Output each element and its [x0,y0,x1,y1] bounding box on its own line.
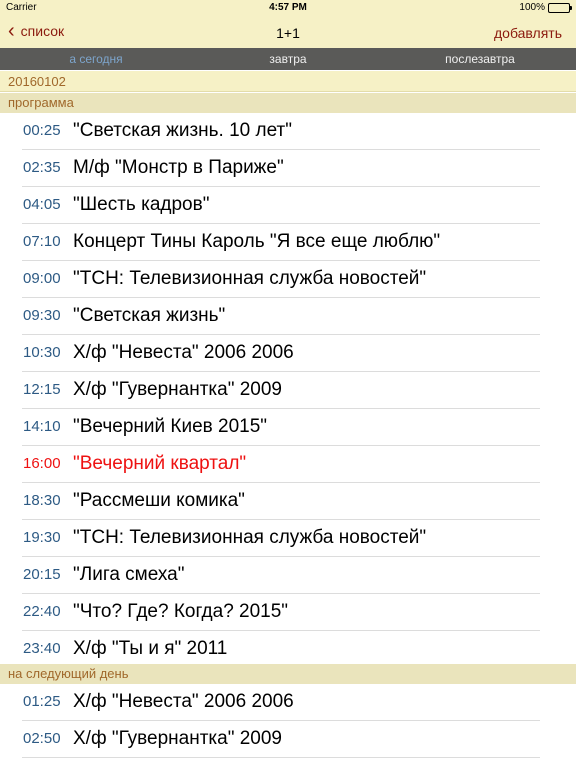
program-row[interactable]: 14:10 "Вечерний Киев 2015" [0,409,576,446]
program-title: Х/ф "Невеста" 2006 2006 [73,342,294,363]
program-time: 18:30 [23,492,61,509]
program-time: 02:50 [23,730,61,747]
program-row[interactable]: 09:00 "ТСН: Телевизионная служба новостей… [0,261,576,298]
program-title: "Что? Где? Когда? 2015" [73,601,289,622]
program-row[interactable]: 12:15 Х/ф "Гувернантка" 2009 [0,372,576,409]
program-title: "Шесть кадров" [73,194,210,215]
program-row[interactable]: 09:30 "Светская жизнь" [0,298,576,335]
program-row[interactable]: 00:25 "Светская жизнь. 10 лет" [0,113,576,150]
day-tabs: а сегодня завтра послезавтра [0,48,576,70]
program-time: 07:10 [23,233,61,250]
program-time: 23:40 [23,640,61,657]
section-header-program: программа [0,93,576,113]
program-time: 00:25 [23,122,61,139]
program-title: "Светская жизнь" [73,305,226,326]
next-day-list: 01:25 Х/ф "Невеста" 2006 2006 02:50 Х/ф "Гу… [0,684,576,758]
program-time: 09:00 [23,270,61,287]
program-row[interactable]: 20:15 "Лига смеха" [0,557,576,594]
program-time: 04:05 [23,196,61,213]
program-title: "ТСН: Телевизионная служба новостей" [73,268,427,289]
program-row[interactable]: 01:25 Х/ф "Невеста" 2006 2006 [0,684,576,721]
program-time: 12:15 [23,381,61,398]
program-title: "Светская жизнь. 10 лет" [73,120,293,141]
status-clock: 4:57 PM [269,2,307,13]
program-title: "Вечерний квартал" [73,453,247,474]
program-title: Х/ф "Невеста" 2006 2006 [73,691,294,712]
program-title: Х/ф "Гувернантка" 2009 [73,728,282,749]
battery-percent: 100% [519,2,545,13]
date-label: 20160102 [0,71,576,92]
tab-day-after-tomorrow[interactable]: послезавтра [384,48,576,70]
program-time: 16:00 [23,455,61,472]
program-title: М/ф "Монстр в Париже" [73,157,284,178]
program-time: 01:25 [23,693,61,710]
program-row[interactable]: 18:30 "Рассмеши комика" [0,483,576,520]
program-row[interactable]: 02:35 М/ф "Монстр в Париже" [0,150,576,187]
battery-icon [548,2,572,13]
program-title: "ТСН: Телевизионная служба новостей" [73,527,427,548]
program-title: "Рассмеши комика" [73,490,245,511]
navigation-bar: ‹ список 1+1 добавлять [0,16,576,48]
program-title: "Вечерний Киев 2015" [73,416,268,437]
program-title: "Лига смеха" [73,564,185,585]
tab-tomorrow[interactable]: завтра [192,48,384,70]
program-time: 10:30 [23,344,61,361]
program-time: 14:10 [23,418,61,435]
battery-indicator: 100% [519,2,572,13]
program-title: Х/ф "Гувернантка" 2009 [73,379,282,400]
program-title: Концерт Тины Кароль "Я все еще люблю" [73,231,441,252]
program-time: 02:35 [23,159,61,176]
program-time: 20:15 [23,566,61,583]
program-time: 22:40 [23,603,61,620]
program-time: 09:30 [23,307,61,324]
program-title: Х/ф "Ты и я" 2011 [73,638,228,659]
program-row[interactable]: 16:00 "Вечерний квартал" [0,446,576,483]
tab-today[interactable]: а сегодня [0,48,192,70]
status-bar: Carrier 4:57 PM 100% [0,0,576,16]
program-row[interactable]: 23:40 Х/ф "Ты и я" 2011 [0,631,576,668]
program-list: 00:25 "Светская жизнь. 10 лет" 02:35 М/ф "М… [0,113,576,668]
program-row[interactable]: 22:40 "Что? Где? Когда? 2015" [0,594,576,631]
program-row[interactable]: 19:30 "ТСН: Телевизионная служба новостей… [0,520,576,557]
program-row[interactable]: 04:05 "Шесть кадров" [0,187,576,224]
add-button[interactable]: добавлять [494,25,562,41]
section-header-next-day: на следующий день [0,664,576,684]
page-title: 1+1 [276,25,300,41]
program-row[interactable]: 02:50 Х/ф "Гувернантка" 2009 [0,721,576,758]
program-row[interactable]: 10:30 Х/ф "Невеста" 2006 2006 [0,335,576,372]
program-time: 19:30 [23,529,61,546]
program-row[interactable]: 07:10 Концерт Тины Кароль "Я все еще любл… [0,224,576,261]
